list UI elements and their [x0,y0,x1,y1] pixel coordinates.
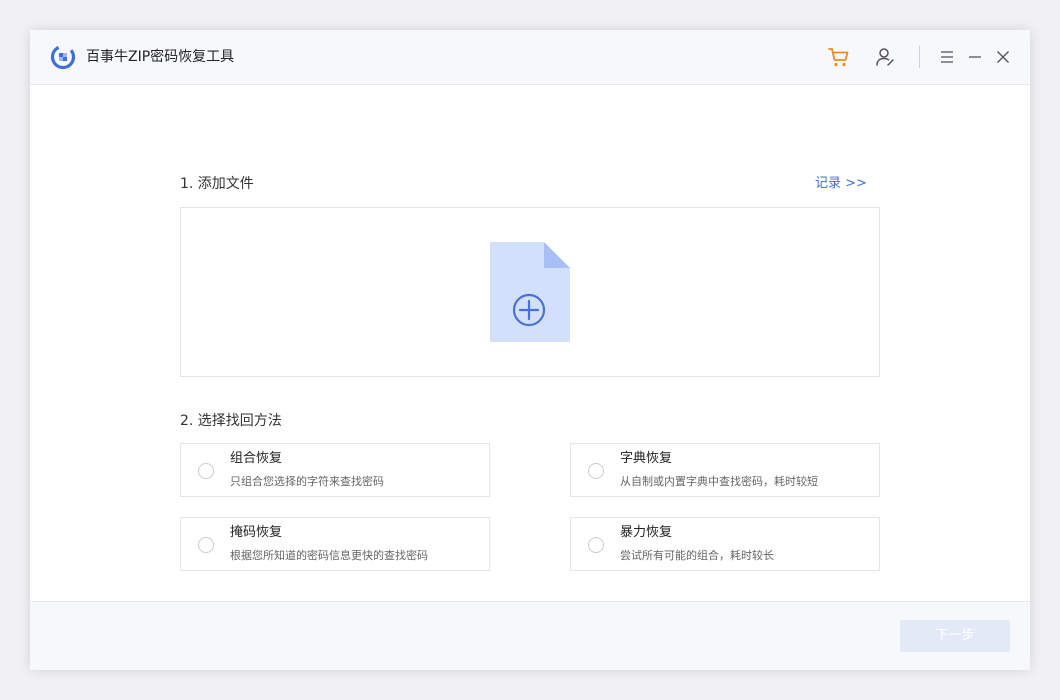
option-description: 从自制或内置字典中查找密码，耗时较短 [620,475,818,488]
option-brute-force-recovery[interactable]: 暴力恢复 尝试所有可能的组合，耗时较长 [570,517,880,571]
menu-icon[interactable] [934,44,960,70]
add-file-heading: 1. 添加文件 [180,176,254,192]
minimize-icon[interactable] [962,44,988,70]
option-title: 字典恢复 [620,451,673,466]
option-title: 暴力恢复 [620,525,673,540]
option-description: 尝试所有可能的组合，耗时较长 [620,549,774,562]
app-window: 百事牛ZIP密码恢复工具 1. 添加文件 记录 >> 2. 选择找回方法 组合恢… [30,30,1030,670]
radio-button[interactable] [588,537,604,553]
method-heading: 2. 选择找回方法 [180,413,282,429]
option-title: 组合恢复 [230,451,283,466]
user-icon[interactable] [872,44,898,70]
title-bar: 百事牛ZIP密码恢复工具 [30,30,1030,85]
titlebar-separator [919,46,920,68]
option-title: 掩码恢复 [230,525,283,540]
close-icon[interactable] [990,44,1016,70]
cart-icon[interactable] [826,44,852,70]
option-dictionary-recovery[interactable]: 字典恢复 从自制或内置字典中查找密码，耗时较短 [570,443,880,497]
next-button[interactable]: 下一步 [900,620,1010,652]
option-description: 只组合您选择的字符来查找密码 [230,475,384,488]
app-title: 百事牛ZIP密码恢复工具 [86,49,235,65]
add-file-icon[interactable] [488,240,572,344]
app-logo-icon [50,44,76,70]
radio-button[interactable] [198,463,214,479]
option-combination-recovery[interactable]: 组合恢复 只组合您选择的字符来查找密码 [180,443,490,497]
record-link[interactable]: 记录 >> [815,174,867,194]
option-description: 根据您所知道的密码信息更快的查找密码 [230,549,428,562]
radio-button[interactable] [588,463,604,479]
radio-button[interactable] [198,537,214,553]
file-drop-zone[interactable] [180,207,880,377]
option-mask-recovery[interactable]: 掩码恢复 根据您所知道的密码信息更快的查找密码 [180,517,490,571]
footer-bar: 下一步 [30,601,1030,670]
